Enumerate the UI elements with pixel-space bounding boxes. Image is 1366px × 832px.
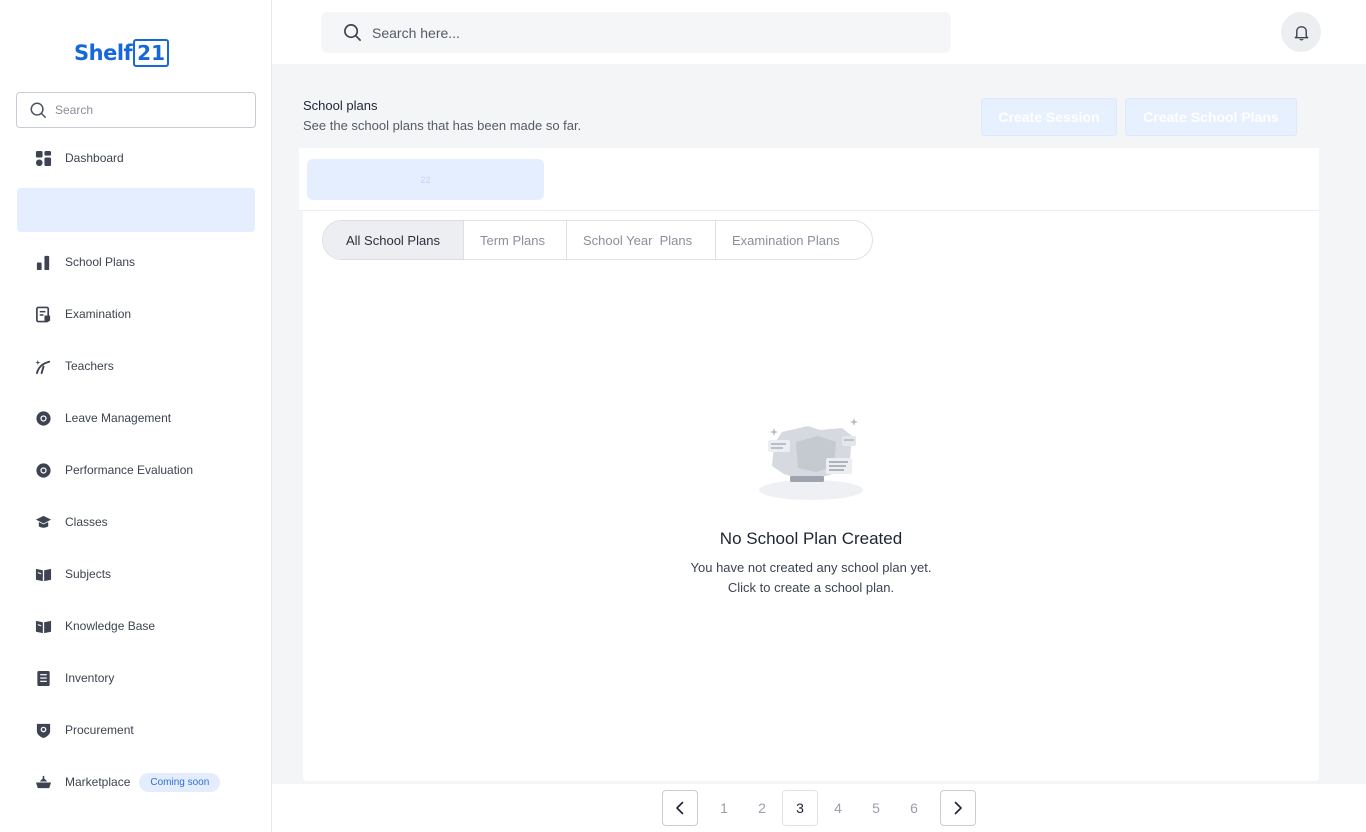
notifications-button[interactable] xyxy=(1281,12,1321,52)
sidebar-item-inventory[interactable]: Inventory xyxy=(16,656,256,700)
sidebar-item-highlight[interactable] xyxy=(17,188,255,232)
graduation-cap-icon xyxy=(34,513,52,531)
create-session-button[interactable]: Create Session xyxy=(981,98,1117,136)
sidebar-item-teachers[interactable]: Teachers xyxy=(16,344,256,388)
global-search-input[interactable] xyxy=(372,24,932,41)
lifebuoy-icon xyxy=(34,461,52,479)
page-subtitle: See the school plans that has been made … xyxy=(303,118,582,133)
session-filter[interactable]: 22 xyxy=(307,159,544,200)
sidebar-item-label: Leave Management xyxy=(65,411,172,425)
pagination-bar xyxy=(272,784,1366,832)
sidebar-item-leave-management[interactable]: Leave Management xyxy=(16,396,256,440)
empty-state-hint: Click to create a school plan. xyxy=(727,580,895,595)
sidebar-item-label: Dashboard xyxy=(65,151,124,165)
page-number[interactable]: 1 xyxy=(706,790,742,826)
empty-state-illustration xyxy=(759,418,863,500)
sidebar: Shelf 21 Dashboard School Plans Examinat… xyxy=(0,0,272,832)
notebook-icon xyxy=(34,669,52,687)
filter-strip: 22 xyxy=(299,148,1319,211)
sidebar-item-label: Marketplace xyxy=(65,775,131,789)
dashboard-icon xyxy=(34,149,52,167)
page-number[interactable]: 2 xyxy=(744,790,780,826)
empty-state-title: No School Plan Created xyxy=(719,529,903,548)
sidebar-item-subjects[interactable]: Subjects xyxy=(16,552,256,596)
tab-school-year-plans[interactable]: School Year Plans xyxy=(566,221,715,259)
shield-badge-icon xyxy=(34,721,52,739)
top-bar xyxy=(272,0,1366,64)
sidebar-item-label: Inventory xyxy=(65,671,115,685)
sidebar-item-school-plans[interactable]: School Plans xyxy=(16,240,256,284)
ship-icon xyxy=(34,773,52,791)
sidebar-search-input[interactable] xyxy=(55,103,245,117)
tab-examination-plans[interactable]: Examination Plans xyxy=(715,221,872,259)
coming-soon-badge: Coming soon xyxy=(139,772,221,792)
sidebar-item-label: School Plans xyxy=(65,255,136,269)
sidebar-item-label: Teachers xyxy=(65,359,114,373)
app-logo[interactable]: Shelf 21 xyxy=(74,38,169,68)
open-book-icon xyxy=(34,617,52,635)
plan-tabs: All School Plans Term Plans School Year … xyxy=(322,220,873,260)
previous-page-button[interactable] xyxy=(662,790,698,826)
sidebar-item-label: Knowledge Base xyxy=(65,619,156,633)
empty-state-message: You have not created any school plan yet… xyxy=(690,560,932,575)
chevron-left-icon xyxy=(676,801,684,815)
sidebar-item-examination[interactable]: Examination xyxy=(16,292,256,336)
chevron-right-icon xyxy=(954,801,962,815)
bar-chart-icon xyxy=(34,253,52,271)
bell-icon xyxy=(1294,25,1308,40)
exam-sheet-icon xyxy=(34,305,52,323)
logo-number-box: 21 xyxy=(133,39,169,67)
create-school-plans-button[interactable]: Create School Plans xyxy=(1125,98,1297,136)
sidebar-item-performance-evaluation[interactable]: Performance Evaluation xyxy=(16,448,256,492)
search-icon xyxy=(30,102,46,118)
lifebuoy-icon xyxy=(34,409,52,427)
global-search[interactable] xyxy=(321,12,951,53)
logo-wordmark: Shelf xyxy=(74,41,133,65)
tab-term-plans[interactable]: Term Plans xyxy=(463,221,566,259)
sidebar-search[interactable] xyxy=(16,92,256,128)
open-book-icon xyxy=(34,565,52,583)
page-number[interactable]: 4 xyxy=(820,790,856,826)
sidebar-item-label: Classes xyxy=(65,515,108,529)
page-title: School plans xyxy=(303,98,378,113)
sidebar-item-dashboard[interactable]: Dashboard xyxy=(16,136,256,180)
sidebar-item-label: Procurement xyxy=(65,723,134,737)
session-filter-label: 22 xyxy=(420,174,431,185)
sidebar-item-marketplace[interactable]: Marketplace Coming soon xyxy=(16,760,256,804)
sidebar-item-classes[interactable]: Classes xyxy=(16,500,256,544)
page-number-current[interactable]: 3 xyxy=(782,790,818,826)
tab-all-school-plans[interactable]: All School Plans xyxy=(323,221,463,259)
sidebar-item-knowledge-base[interactable]: Knowledge Base xyxy=(16,604,256,648)
sidebar-item-label: Subjects xyxy=(65,567,112,581)
page-number[interactable]: 5 xyxy=(858,790,894,826)
search-icon xyxy=(344,24,361,41)
sidebar-item-label: Performance Evaluation xyxy=(65,463,194,477)
next-page-button[interactable] xyxy=(940,790,976,826)
sidebar-item-label: Examination xyxy=(65,307,132,321)
page-number[interactable]: 6 xyxy=(896,790,932,826)
teacher-pointer-icon xyxy=(34,357,52,375)
tab-label: School Year Plans xyxy=(583,232,693,248)
sidebar-item-procurement[interactable]: Procurement xyxy=(16,708,256,752)
